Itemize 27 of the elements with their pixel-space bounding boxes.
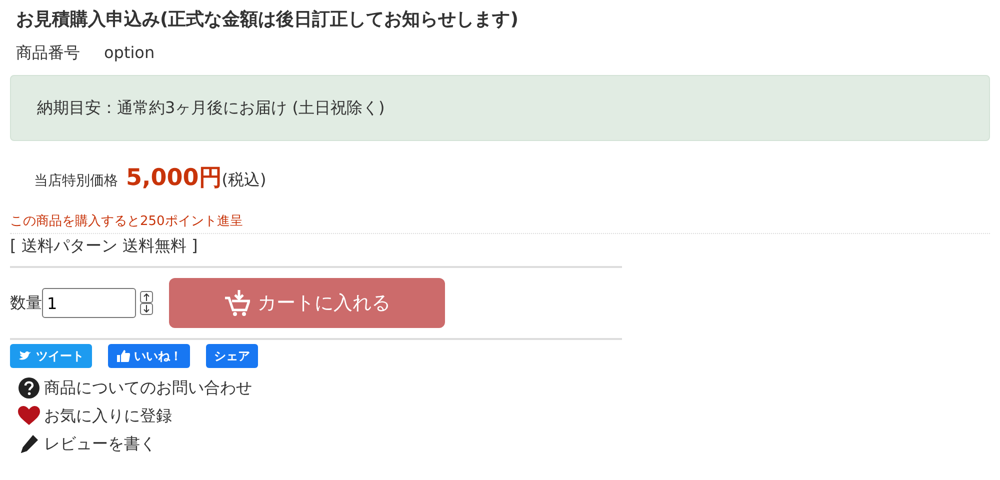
product-number: option <box>104 42 155 64</box>
cart-icon <box>224 289 250 317</box>
shipping-note: [ 送料パターン 送料無料 ] <box>10 235 199 257</box>
delivery-notice: 納期目安：通常約3ヶ月後にお届け (土日祝除く) <box>10 75 990 141</box>
link-label: レビューを書く <box>44 433 156 455</box>
link-item[interactable]: お気に入りに登録 <box>18 404 990 428</box>
field-label: 商品番号 <box>16 42 80 64</box>
pencil-icon <box>18 433 40 455</box>
quantity-label: 数量 <box>10 292 42 314</box>
quantity-field[interactable]: 1 <box>42 288 136 318</box>
cart-button[interactable]: カートに入れる <box>169 278 445 328</box>
page-title: お見積購入申込み(正式な金額は後日訂正してお知らせします) <box>16 8 520 32</box>
points-note: この商品を購入すると250ポイント進呈 <box>10 212 990 234</box>
tax-note: (税込) <box>222 169 266 191</box>
price-label: 当店特別価格 <box>34 172 118 191</box>
link-item[interactable]: 商品についてのお問い合わせ <box>18 376 990 400</box>
link-label: 商品についてのお問い合わせ <box>44 377 252 399</box>
like-button[interactable]: いいね！ <box>108 344 190 368</box>
question-icon <box>18 377 40 399</box>
bird-icon <box>18 349 32 363</box>
spinner-icon[interactable] <box>140 291 153 315</box>
price-amount: 5,000円 <box>126 164 222 193</box>
heart-icon <box>18 405 40 427</box>
thumbs-up-icon <box>116 349 130 363</box>
share-button[interactable]: シェア <box>206 344 258 368</box>
link-item[interactable]: レビューを書く <box>18 432 990 456</box>
link-label: お気に入りに登録 <box>44 405 172 427</box>
